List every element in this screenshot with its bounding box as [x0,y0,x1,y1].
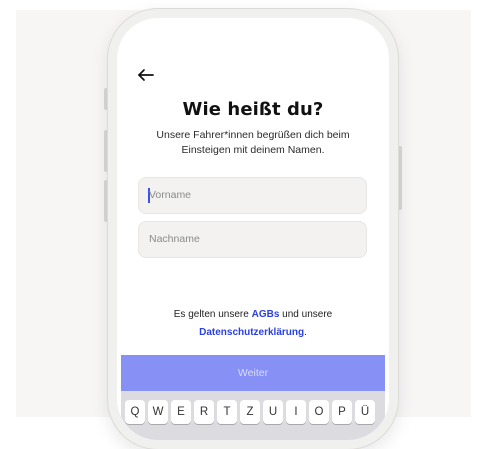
key-q[interactable]: Q [125,400,145,424]
page-title: Wie heißt du? [182,99,324,120]
name-entry-screen: Wie heißt du? Unsere Fahrer*innen begrüß… [117,18,389,440]
first-name-field[interactable]: Vorname [138,177,367,214]
back-button[interactable] [136,66,158,84]
key-i[interactable]: I [286,400,306,424]
key-p[interactable]: P [332,400,352,424]
key-z[interactable]: Z [240,400,260,424]
keyboard-top-row: Q W E R T Z U I O P Ü [125,400,375,424]
key-e[interactable]: E [171,400,191,424]
key-u[interactable]: U [263,400,283,424]
on-screen-keyboard: Q W E R T Z U I O P Ü [121,391,385,440]
agb-link[interactable]: AGBs [252,309,280,320]
continue-button[interactable]: Weiter [121,355,385,391]
terms-prefix: Es gelten unsere [173,309,252,320]
phone-frame: Wie heißt du? Unsere Fahrer*innen begrüß… [108,9,398,449]
key-o[interactable]: O [309,400,329,424]
first-name-placeholder: Vorname [149,189,192,201]
terms-suffix: . [304,327,307,338]
key-t[interactable]: T [217,400,237,424]
terms-middle: und unsere [279,309,333,320]
terms-notice: Es gelten unsere AGBs und unsere Datensc… [127,306,379,342]
key-r[interactable]: R [194,400,214,424]
privacy-policy-link[interactable]: Datenschutzerklärung [199,327,304,338]
page-subtitle: Unsere Fahrer*innen begrüßen dich beim E… [156,129,350,156]
phone-power-button [398,146,402,210]
key-ue[interactable]: Ü [355,400,375,424]
arrow-left-icon [138,69,154,81]
last-name-placeholder: Nachname [149,233,200,245]
key-w[interactable]: W [148,400,168,424]
last-name-field[interactable]: Nachname [138,221,367,258]
